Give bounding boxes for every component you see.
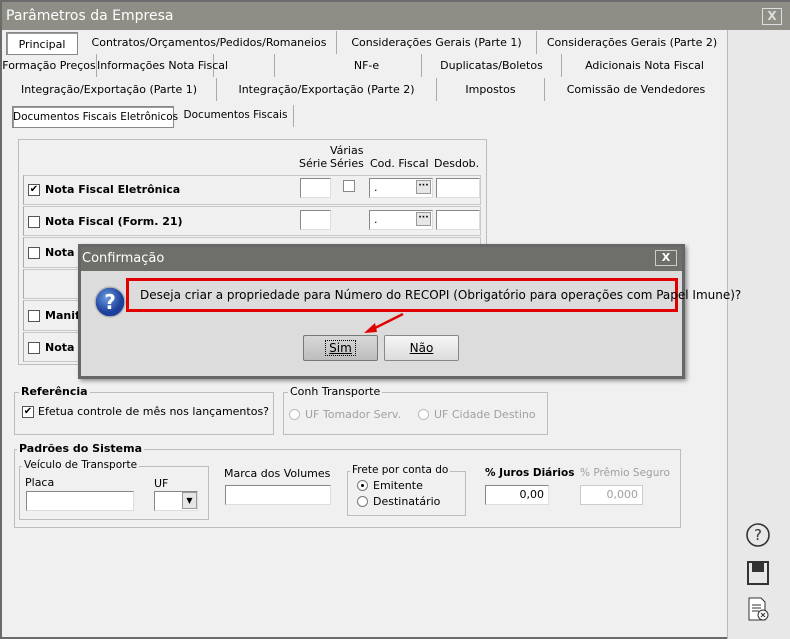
padroes-group: Padrões do Sistema Veículo de Transporte… <box>14 442 681 528</box>
question-icon: ? <box>94 286 126 318</box>
subtab-docs-eletronicos[interactable]: Documentos Fiscais Eletrônicos <box>12 106 178 128</box>
lookup-button[interactable]: ··· <box>416 212 431 226</box>
tab-consideracoes-2[interactable]: Considerações Gerais (Parte 2) <box>537 31 727 54</box>
juros-input[interactable]: 0,00 <box>485 485 549 505</box>
emitente-label: Emitente <box>373 479 423 492</box>
serie-input[interactable] <box>300 210 331 230</box>
destinatario-label: Destinatário <box>373 495 441 508</box>
tab-adicionais-nf[interactable]: Adicionais Nota Fiscal <box>562 54 727 77</box>
frete-group: Frete por conta do Emitente Destinatário <box>347 464 466 516</box>
doc-label: Nota Fiscal (Form. 21) <box>45 215 183 228</box>
header-serie: Série <box>299 157 328 170</box>
desdob-input[interactable] <box>436 178 480 198</box>
cod-fiscal-input[interactable]: . ··· <box>369 210 433 230</box>
placa-input[interactable] <box>26 491 134 511</box>
uf-tomador-label: UF Tomador Serv. <box>305 408 402 421</box>
frete-title: Frete por conta do <box>350 464 451 476</box>
uf-select[interactable]: ▼ <box>154 491 198 511</box>
dialog-close-button[interactable]: X <box>655 250 677 266</box>
tab-nfe-spacer <box>214 54 275 77</box>
dialog-title: Confirmação <box>81 247 682 271</box>
svg-text:?: ? <box>104 290 116 314</box>
header-desdob: Desdob. <box>434 157 480 170</box>
marca-label: Marca dos Volumes <box>224 467 331 480</box>
nf-form21-checkbox[interactable] <box>28 216 40 228</box>
tab-formacao-precos[interactable]: Formação Preços <box>2 54 97 77</box>
doc-label: Nota Fiscal Eletrônica <box>45 183 181 196</box>
red-arrow-annotation <box>364 312 404 333</box>
uf-tomador-radio[interactable] <box>289 409 300 420</box>
tab-duplicatas[interactable]: Duplicatas/Boletos <box>422 54 562 77</box>
desdob-input[interactable] <box>436 210 480 230</box>
doc-checkbox[interactable] <box>28 247 40 259</box>
placa-label: Placa <box>25 476 55 489</box>
window-close-button[interactable]: X <box>762 8 782 25</box>
destinatario-radio[interactable] <box>357 496 368 507</box>
uf-label: UF <box>154 477 169 490</box>
lookup-button[interactable]: ··· <box>416 180 431 194</box>
serie-input[interactable] <box>300 178 331 198</box>
doc-label: Manif <box>45 309 80 322</box>
premio-input[interactable]: 0,000 <box>580 485 643 505</box>
yes-button[interactable]: Sim <box>303 335 378 361</box>
referencia-title: Referência <box>19 385 90 398</box>
chevron-down-icon[interactable]: ▼ <box>182 492 197 509</box>
marca-input[interactable] <box>225 485 331 505</box>
header-varias: Várias <box>330 144 364 157</box>
dialog-message: Deseja criar a propriedade para Número d… <box>126 278 741 312</box>
emitente-radio[interactable] <box>357 480 368 491</box>
cod-fiscal-value: . <box>374 181 378 194</box>
premio-label: % Prêmio Seguro <box>580 467 670 479</box>
doc-checkbox[interactable] <box>28 310 40 322</box>
cancel-document-icon[interactable] <box>746 596 770 622</box>
tab-integracao-2[interactable]: Integração/Exportação (Parte 2) <box>217 78 437 101</box>
tab-nfe[interactable]: NF-e <box>312 54 422 77</box>
yes-label: Sim <box>325 340 356 356</box>
tab-integracao-1[interactable]: Integração/Exportação (Parte 1) <box>2 78 217 101</box>
conh-transporte-title: Conh Transporte <box>288 385 383 398</box>
controle-mes-label: Efetua controle de mês nos lançamentos? <box>38 405 270 418</box>
help-icon[interactable]: ? <box>745 522 771 548</box>
cod-fiscal-input[interactable]: . ··· <box>369 178 433 198</box>
svg-text:?: ? <box>754 526 762 544</box>
side-toolbar: ? <box>727 30 790 639</box>
tab-informacoes-nf[interactable]: Informações Nota Fiscal <box>97 54 228 77</box>
doc-row: ✔ Nota Fiscal Eletrônica . ··· <box>23 175 481 205</box>
tab-impostos[interactable]: Impostos <box>437 78 545 101</box>
nfe-checkbox[interactable]: ✔ <box>28 184 40 196</box>
conh-transporte-group: Conh Transporte UF Tomador Serv. UF Cida… <box>283 385 548 435</box>
tab-consideracoes-1[interactable]: Considerações Gerais (Parte 1) <box>337 31 537 54</box>
confirm-dialog: Confirmação X ? Deseja criar a proprieda… <box>78 244 741 379</box>
padroes-title: Padrões do Sistema <box>17 442 144 455</box>
uf-destino-radio[interactable] <box>418 409 429 420</box>
referencia-group: Referência ✔ Efetua controle de mês nos … <box>14 385 274 435</box>
header-cod-fiscal: Cod. Fiscal <box>370 157 429 170</box>
subtab-docs-fiscais[interactable]: Documentos Fiscais <box>178 105 294 127</box>
header-series: Séries <box>330 157 364 170</box>
veiculo-group: Veículo de Transporte Placa UF ▼ <box>19 459 209 520</box>
controle-mes-checkbox[interactable]: ✔ <box>22 406 34 418</box>
varias-series-checkbox[interactable] <box>343 180 355 192</box>
cod-fiscal-value: . <box>374 213 378 226</box>
tab-principal[interactable]: Principal <box>6 32 78 55</box>
no-button[interactable]: Não <box>384 335 459 361</box>
tab-comissao[interactable]: Comissão de Vendedores <box>545 78 727 101</box>
save-icon[interactable] <box>746 560 770 586</box>
doc-row: Nota Fiscal (Form. 21) . ··· <box>23 206 481 236</box>
juros-label: % Juros Diários <box>485 467 575 479</box>
veiculo-title: Veículo de Transporte <box>22 459 140 471</box>
window-title: Parâmetros da Empresa <box>2 2 790 30</box>
tab-contratos[interactable]: Contratos/Orçamentos/Pedidos/Romaneios <box>82 31 337 54</box>
uf-destino-label: UF Cidade Destino <box>434 408 536 421</box>
doc-checkbox[interactable] <box>28 342 40 354</box>
no-label: Não <box>409 341 434 355</box>
parametros-window: Parâmetros da Empresa X ? Principal Cont… <box>0 0 790 639</box>
